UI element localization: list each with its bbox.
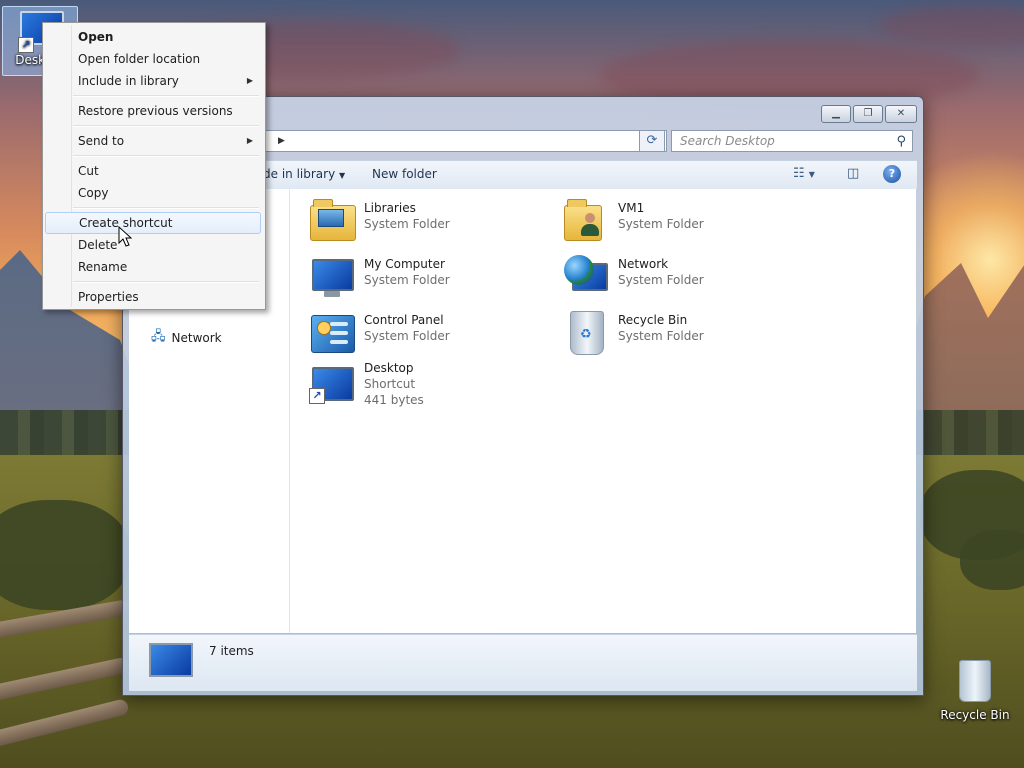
context-menu: Open Open folder location Include in lib… <box>42 22 266 310</box>
item-type: System Folder <box>618 273 704 287</box>
file-list: Libraries System Folder VM1 System Folde… <box>290 189 916 633</box>
menu-separator <box>73 125 259 127</box>
item-type: Shortcut <box>364 377 416 391</box>
list-item-control-panel[interactable]: Control Panel System Folder <box>308 309 450 357</box>
search-icon[interactable]: ⚲ <box>896 134 906 149</box>
list-item-network[interactable]: Network System Folder <box>562 253 704 301</box>
item-count: 7 items <box>209 644 254 658</box>
bush <box>960 530 1024 590</box>
item-name: Desktop <box>364 361 414 375</box>
menu-item-copy[interactable]: Copy <box>45 182 261 204</box>
mouse-cursor-icon <box>118 226 133 247</box>
view-options-icon[interactable]: ☷ ▼ <box>793 166 815 181</box>
menu-item-create-shortcut[interactable]: Create shortcut <box>45 212 261 234</box>
menu-separator <box>73 207 259 209</box>
shortcut-arrow-icon: ↗ <box>18 37 34 53</box>
item-name: Control Panel <box>364 313 444 327</box>
desktop-icon-label: Recycle Bin <box>940 708 1010 722</box>
libraries-icon <box>308 197 356 245</box>
submenu-arrow-icon: ▶ <box>246 76 253 85</box>
breadcrumb-arrow-icon[interactable]: ▶ <box>278 136 285 146</box>
menu-separator <box>73 281 259 283</box>
item-type: System Folder <box>618 217 704 231</box>
maximize-icon[interactable]: ❐ <box>853 105 883 123</box>
item-type: System Folder <box>618 329 704 343</box>
search-input[interactable]: Search Desktop ⚲ <box>671 130 913 152</box>
recycle-bin-icon <box>959 660 991 702</box>
refresh-icon[interactable]: ⟳ <box>639 130 665 152</box>
include-in-library-label: de in library <box>263 167 336 181</box>
menu-item-properties[interactable]: Properties <box>45 286 261 308</box>
window-controls: ▁ ❐ ✕ <box>821 105 917 123</box>
item-type: System Folder <box>364 273 450 287</box>
menu-item-restore-previous-versions[interactable]: Restore previous versions <box>45 100 261 122</box>
nav-item-network[interactable]: 🖧 Network <box>151 327 222 349</box>
minimize-icon[interactable]: ▁ <box>821 105 851 123</box>
search-placeholder: Search Desktop <box>680 134 775 148</box>
cloud <box>880 5 1024 45</box>
item-name: Libraries <box>364 201 416 215</box>
menu-item-include-in-library[interactable]: Include in library ▶ <box>45 70 261 92</box>
submenu-arrow-icon: ▶ <box>246 136 253 145</box>
bush <box>0 500 130 610</box>
network-icon: 🖧 <box>151 329 166 344</box>
menu-item-delete[interactable]: Delete <box>45 234 261 256</box>
item-name: Network <box>618 257 669 271</box>
menu-item-rename[interactable]: Rename <box>45 256 261 278</box>
menu-item-open[interactable]: Open <box>45 26 261 48</box>
address-bar[interactable]: ▶ ▼ <box>263 130 667 152</box>
nav-item-label: Network <box>171 331 222 345</box>
include-in-library-button[interactable]: de in library ▼ <box>263 167 345 181</box>
help-icon[interactable]: ? <box>883 165 901 183</box>
item-type: System Folder <box>364 217 450 231</box>
desktop-thumbnail-icon <box>149 643 193 677</box>
control-panel-icon <box>308 309 356 357</box>
list-item-my-computer[interactable]: My Computer System Folder <box>308 253 450 301</box>
menu-item-label: Send to <box>78 134 125 148</box>
item-name: VM1 <box>618 201 645 215</box>
desktop-shortcut-icon: ↗ <box>308 357 356 405</box>
menu-item-open-folder-location[interactable]: Open folder location <box>45 48 261 70</box>
menu-item-send-to[interactable]: Send to ▶ <box>45 130 261 152</box>
item-size: 441 bytes <box>364 393 424 407</box>
network-globe-icon <box>562 253 610 301</box>
shortcut-arrow-icon: ↗ <box>309 388 325 404</box>
close-icon[interactable]: ✕ <box>885 105 917 123</box>
user-folder-icon <box>562 197 610 245</box>
item-name: My Computer <box>364 257 445 271</box>
menu-item-label: Include in library <box>78 74 179 88</box>
desktop-icon-recycle-bin[interactable]: Recycle Bin <box>940 660 1010 730</box>
item-type: System Folder <box>364 329 450 343</box>
chevron-down-icon: ▼ <box>339 171 346 180</box>
menu-item-cut[interactable]: Cut <box>45 160 261 182</box>
recycle-bin-icon: ♻ <box>562 309 610 357</box>
new-folder-button[interactable]: New folder <box>372 167 437 181</box>
list-item-vm1[interactable]: VM1 System Folder <box>562 197 704 245</box>
menu-separator <box>73 95 259 97</box>
list-item-libraries[interactable]: Libraries System Folder <box>308 197 450 245</box>
menu-separator <box>73 155 259 157</box>
list-item-desktop[interactable]: ↗ Desktop Shortcut 441 bytes <box>308 357 424 408</box>
list-item-recycle-bin[interactable]: ♻ Recycle Bin System Folder <box>562 309 704 357</box>
preview-pane-icon[interactable]: ◫ <box>847 166 859 181</box>
item-name: Recycle Bin <box>618 313 688 327</box>
computer-icon <box>308 253 356 301</box>
details-pane: 7 items <box>129 634 917 691</box>
